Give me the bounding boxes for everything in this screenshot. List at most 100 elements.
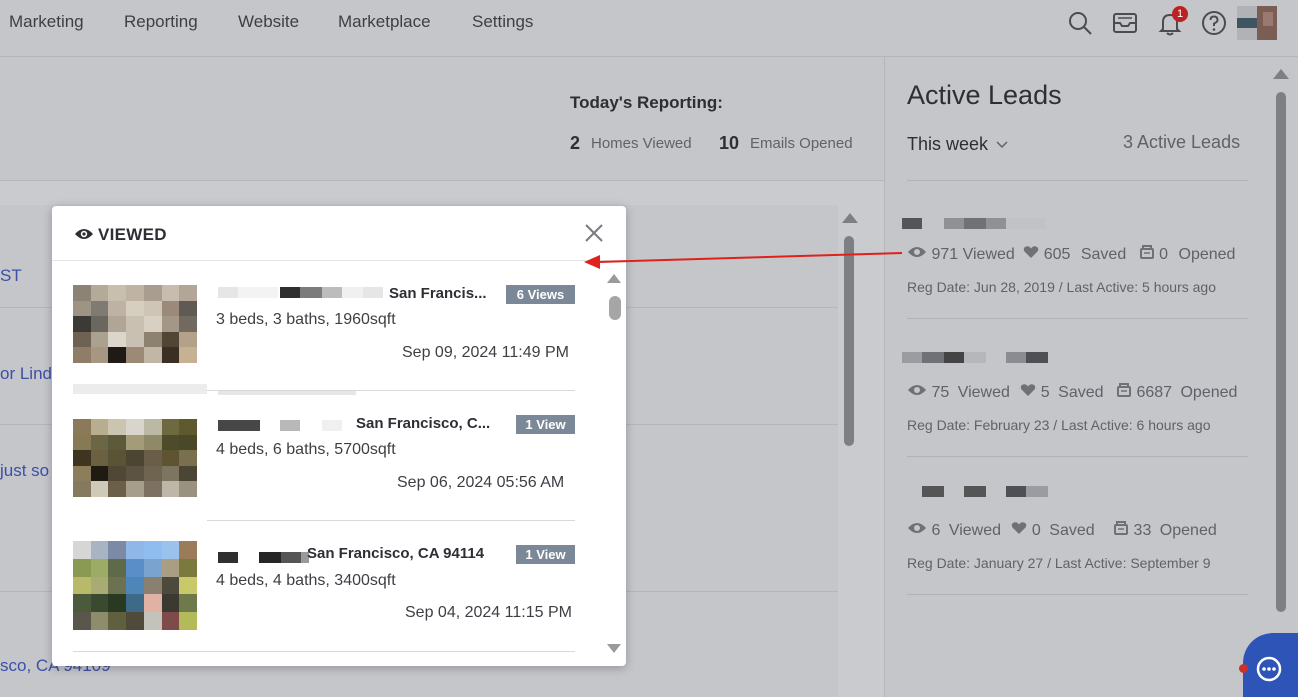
lead-saved-count: 5	[1040, 384, 1050, 401]
photo-pixel	[179, 558, 197, 577]
photo-pixel	[126, 300, 144, 317]
photo-pixel	[126, 481, 144, 497]
photo-pixel	[90, 465, 109, 482]
photo-pixel	[108, 300, 127, 317]
list-item-text[interactable]: or Lind	[0, 364, 52, 384]
photo-pixel	[143, 450, 162, 466]
photo-pixel	[90, 300, 109, 317]
photo-pixel	[179, 316, 197, 332]
property-photo[interactable]	[73, 285, 197, 363]
photo-pixel	[73, 558, 91, 577]
period-dropdown[interactable]: This week	[907, 134, 1009, 155]
lead-opened-label: Opened	[1178, 246, 1236, 263]
notification-badge: 1	[1172, 6, 1188, 22]
property-item[interactable]: San Francisco, C... 1 View 4 beds, 6 bat…	[52, 391, 626, 521]
lead-reg-date: Reg Date: Jun 28, 2019 / Last Active: 5 …	[907, 279, 1216, 295]
main-scroll-thumb[interactable]	[844, 236, 854, 446]
photo-pixel	[126, 434, 144, 451]
property-address[interactable]: San Francis...	[389, 285, 487, 302]
inbox-icon[interactable]	[1111, 9, 1139, 37]
emails-opened-label: Emails Opened	[750, 135, 853, 152]
photo-pixel	[161, 576, 180, 595]
photo-pixel	[143, 316, 162, 332]
lead-viewed-label: Viewed	[962, 246, 1015, 263]
property-item[interactable]: San Francis... 6 Views 3 beds, 3 baths, …	[52, 261, 626, 395]
photo-pixel	[143, 541, 162, 559]
avatar[interactable]	[1237, 6, 1277, 40]
modal-scroll-up-arrow[interactable]	[607, 274, 621, 283]
right-scroll-up-arrow[interactable]	[1273, 69, 1289, 79]
photo-pixel	[90, 316, 109, 332]
photo-pixel	[143, 612, 162, 630]
lead-opened-label: Opened	[1180, 384, 1238, 401]
close-icon[interactable]	[582, 221, 606, 245]
photo-pixel	[126, 331, 144, 348]
photo-pixel	[143, 419, 162, 435]
leads-divider	[907, 456, 1248, 457]
lead-opened-count: 6687	[1136, 384, 1173, 401]
lead-viewed-count: 971	[931, 246, 959, 263]
photo-pixel	[161, 465, 180, 482]
photo-pixel	[143, 434, 162, 451]
nav-item-website[interactable]: Website	[238, 12, 299, 32]
active-leads-title: Active Leads	[907, 80, 1062, 110]
photo-pixel	[73, 347, 91, 363]
lead-opened-count: 33	[1133, 522, 1152, 539]
photo-pixel	[108, 331, 127, 348]
modal-scroll-down-arrow[interactable]	[607, 644, 621, 653]
photo-pixel	[161, 347, 180, 363]
photo-pixel	[179, 331, 197, 348]
photo-pixel	[161, 434, 180, 451]
property-address[interactable]: San Francisco, C...	[356, 415, 490, 432]
chevron-down-icon	[996, 141, 1008, 149]
photo-pixel	[108, 594, 127, 613]
nav-item-marketplace[interactable]: Marketplace	[338, 12, 431, 32]
photo-pixel	[73, 300, 91, 317]
modal-header: VIEWED	[52, 206, 626, 261]
lead-viewed-count: 75	[931, 384, 950, 401]
photo-pixel	[90, 419, 109, 435]
lead-viewed-count: 6	[931, 522, 941, 539]
views-badge: 1 View	[516, 415, 575, 434]
photo-pixel	[161, 612, 180, 630]
help-icon[interactable]	[1200, 9, 1228, 37]
photo-pixel	[73, 594, 91, 613]
property-divider	[73, 651, 575, 652]
photo-pixel	[108, 576, 127, 595]
chat-icon	[1256, 656, 1282, 682]
photo-pixel	[90, 347, 109, 363]
property-specs: 3 beds, 3 baths, 1960sqft	[216, 311, 396, 328]
eye-icon	[908, 247, 926, 257]
property-address[interactable]: San Francisco, CA 94114	[307, 545, 484, 562]
photo-pixel	[126, 347, 144, 363]
photo-pixel	[90, 481, 109, 497]
modal-scroll-thumb[interactable]	[609, 296, 621, 320]
photo-pixel	[90, 558, 109, 577]
chat-button[interactable]	[1243, 633, 1298, 697]
nav-item-settings[interactable]: Settings	[472, 12, 533, 32]
lead-saved-label: Saved	[1058, 384, 1104, 401]
eye-icon	[908, 385, 926, 395]
lead-saved-label: Saved	[1049, 522, 1095, 539]
main-scroll-up-arrow[interactable]	[842, 213, 858, 223]
search-icon[interactable]	[1066, 9, 1094, 37]
reporting-title: Today's Reporting:	[570, 93, 723, 112]
lead-saved-count: 605	[1043, 246, 1071, 263]
photo-pixel	[161, 285, 180, 301]
property-photo[interactable]	[73, 541, 197, 630]
lead-stats: 75 Viewed 5 Saved 6687 Opened	[907, 383, 1237, 402]
property-item[interactable]: San Francisco, CA 94114 1 View 4 beds, 4…	[52, 521, 626, 652]
photo-pixel	[126, 285, 144, 301]
photo-pixel	[126, 465, 144, 482]
photo-pixel	[179, 300, 197, 317]
photo-pixel	[161, 450, 180, 466]
nav-item-reporting[interactable]: Reporting	[124, 12, 198, 32]
nav-item-marketing[interactable]: Marketing	[9, 12, 84, 32]
homes-viewed-label: Homes Viewed	[591, 135, 692, 152]
photo-pixel	[179, 465, 197, 482]
list-item-text[interactable]: just so	[0, 461, 49, 481]
envelope-open-icon	[1139, 245, 1154, 259]
property-photo[interactable]	[73, 419, 197, 497]
right-scroll-thumb[interactable]	[1276, 92, 1286, 612]
list-item-text[interactable]: ST	[0, 266, 22, 286]
